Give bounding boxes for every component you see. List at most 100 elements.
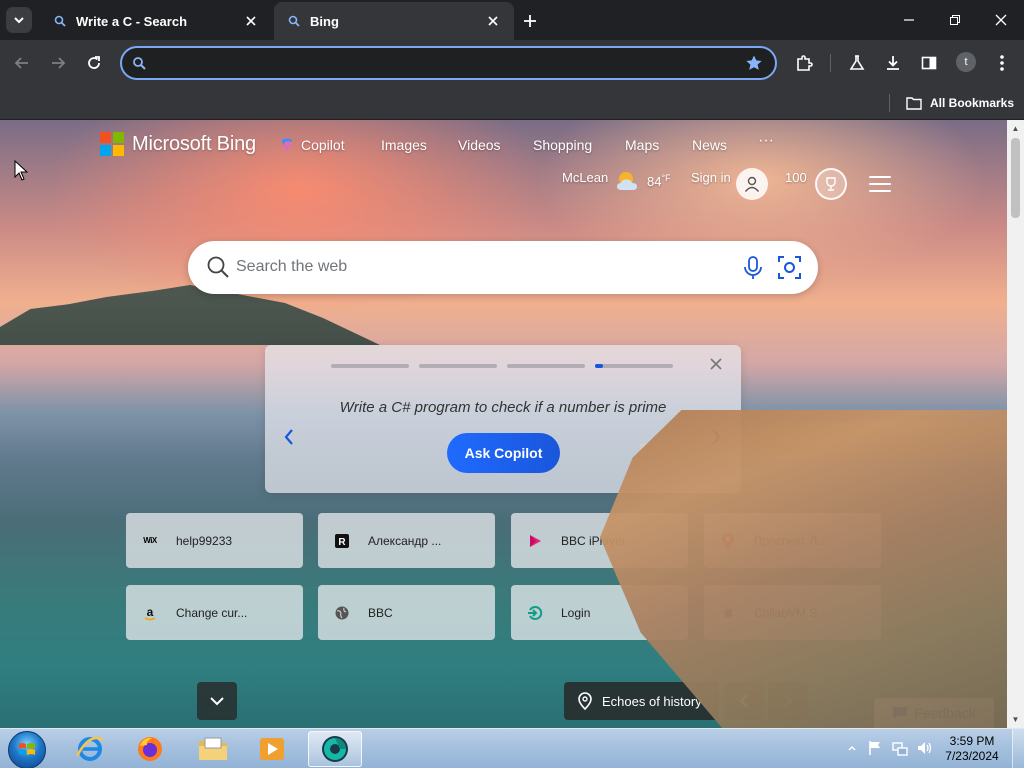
tab-search-button[interactable] — [6, 7, 32, 33]
nav-label: Shopping — [533, 137, 593, 153]
bing-logo[interactable]: Microsoft Bing — [100, 132, 256, 156]
side-panel-button[interactable] — [916, 50, 942, 76]
all-bookmarks-button[interactable]: All Bookmarks — [906, 93, 1014, 113]
search-input[interactable] — [236, 255, 716, 279]
extensions-button[interactable] — [791, 50, 817, 76]
scroll-down-arrow[interactable]: ▼ — [1011, 715, 1020, 724]
browser-menu-button[interactable] — [989, 50, 1015, 76]
show-desktop-button[interactable] — [1012, 729, 1024, 768]
close-icon[interactable] — [710, 357, 722, 375]
copilot-suggestion-card: Write a C# program to check if a number … — [265, 345, 741, 493]
forward-button[interactable] — [45, 50, 71, 76]
clock-time: 3:59 PM — [949, 734, 995, 748]
tab-write-a-c-search[interactable]: Write a C - Search — [40, 2, 272, 40]
taskbar-media-player[interactable] — [245, 731, 299, 767]
reload-button[interactable] — [81, 50, 107, 76]
profile-avatar[interactable]: t — [956, 52, 976, 72]
user-avatar-button[interactable] — [736, 168, 768, 200]
ask-copilot-button[interactable]: Ask Copilot — [447, 433, 560, 473]
tab-bing[interactable]: Bing — [274, 2, 514, 40]
quick-link-bbc-iplayer[interactable]: BBC iPlayer — [511, 513, 688, 568]
taskbar-internet-explorer[interactable] — [63, 731, 117, 767]
taskbar-file-explorer[interactable] — [186, 731, 240, 767]
nav-shopping[interactable]: Shopping — [533, 137, 592, 153]
location-label[interactable]: McLean — [562, 170, 608, 185]
quick-link-bbc[interactable]: BBC — [318, 585, 495, 640]
previous-image-button[interactable] — [724, 682, 764, 720]
close-window-button[interactable] — [979, 6, 1023, 34]
restore-button[interactable] — [933, 6, 977, 34]
nav-images[interactable]: Images — [381, 137, 427, 153]
search-box — [188, 241, 818, 294]
windows-taskbar: 3:59 PM 7/23/2024 — [0, 728, 1024, 768]
scroll-down-button[interactable] — [197, 682, 237, 720]
taskbar-chrome-beta[interactable] — [308, 731, 362, 767]
labs-button[interactable] — [844, 50, 870, 76]
show-hidden-icons-button[interactable] — [843, 739, 861, 757]
microsoft-logo-icon — [100, 132, 124, 156]
close-tab-icon[interactable] — [242, 12, 260, 30]
mouse-cursor-icon — [14, 160, 28, 181]
quick-link-login[interactable]: Login — [511, 585, 688, 640]
feedback-label: Feedback — [914, 705, 976, 721]
close-icon — [995, 14, 1007, 26]
page-scrollbar[interactable]: ▲ ▼ — [1007, 120, 1024, 728]
kebab-menu-icon — [1000, 55, 1004, 71]
visual-search-icon[interactable] — [776, 254, 803, 286]
quick-link-help99233[interactable]: WiX help99233 — [126, 513, 303, 568]
back-button[interactable] — [9, 50, 35, 76]
next-image-button[interactable] — [768, 682, 808, 720]
nav-maps[interactable]: Maps — [625, 137, 659, 153]
minimize-button[interactable] — [887, 6, 931, 34]
search-icon — [206, 255, 230, 284]
user-icon — [744, 176, 760, 192]
rewards-points[interactable]: 100 — [785, 170, 807, 185]
volume-tray[interactable] — [915, 739, 933, 757]
action-center-tray[interactable] — [866, 739, 884, 757]
suggestion-prompt: Write a C# program to check if a number … — [339, 399, 667, 416]
system-clock[interactable]: 3:59 PM 7/23/2024 — [938, 734, 1006, 764]
hamburger-menu-icon[interactable] — [869, 176, 891, 192]
nav-label: News — [692, 137, 728, 153]
taskbar-firefox[interactable] — [123, 731, 177, 767]
start-button[interactable] — [8, 731, 46, 768]
quick-link-collabvm[interactable]: CollabVM S... — [704, 585, 881, 640]
nav-news[interactable]: News — [692, 137, 727, 153]
quick-link-aleksandr[interactable]: R Александр ... — [318, 513, 495, 568]
bookmark-star-icon[interactable] — [745, 54, 763, 77]
close-tab-icon[interactable] — [484, 12, 502, 30]
chevron-up-icon — [848, 745, 856, 751]
new-tab-button[interactable] — [519, 10, 541, 32]
scroll-up-arrow[interactable]: ▲ — [1011, 124, 1020, 133]
minimize-icon — [904, 19, 914, 21]
sign-in-link[interactable]: Sign in — [691, 170, 731, 185]
progress-step-active[interactable] — [595, 364, 673, 368]
nav-videos[interactable]: Videos — [458, 137, 501, 153]
image-info-button[interactable]: Echoes of history — [564, 682, 719, 720]
address-input[interactable] — [154, 52, 734, 74]
amazon-icon: a — [140, 603, 160, 623]
network-tray[interactable] — [891, 739, 909, 757]
weather-widget[interactable]: 84 °F — [615, 170, 671, 192]
image-title: Echoes of history — [602, 693, 702, 709]
progress-step[interactable] — [507, 364, 585, 368]
previous-suggestion-button[interactable] — [279, 427, 299, 447]
scrollbar-thumb[interactable] — [1011, 138, 1020, 218]
progress-step[interactable] — [331, 364, 409, 368]
nav-copilot[interactable]: Copilot — [279, 137, 345, 153]
downloads-button[interactable] — [880, 50, 906, 76]
nav-more[interactable]: ··· — [758, 132, 774, 150]
tab-strip: Write a C - Search Bing — [0, 0, 1024, 40]
chevron-down-icon — [14, 17, 24, 24]
feedback-button[interactable]: Feedback — [874, 698, 994, 728]
progress-step[interactable] — [419, 364, 497, 368]
internet-explorer-icon — [75, 736, 104, 761]
trophy-icon — [826, 177, 836, 191]
next-suggestion-button[interactable] — [706, 427, 726, 447]
microphone-icon[interactable] — [741, 255, 765, 286]
quick-link-change-currency[interactable]: a Change cur... — [126, 585, 303, 640]
address-bar[interactable] — [120, 46, 777, 80]
rewards-button[interactable] — [815, 168, 847, 200]
quick-link-prospekt[interactable]: Проспект Л... — [704, 513, 881, 568]
bookmarks-divider — [889, 94, 890, 112]
